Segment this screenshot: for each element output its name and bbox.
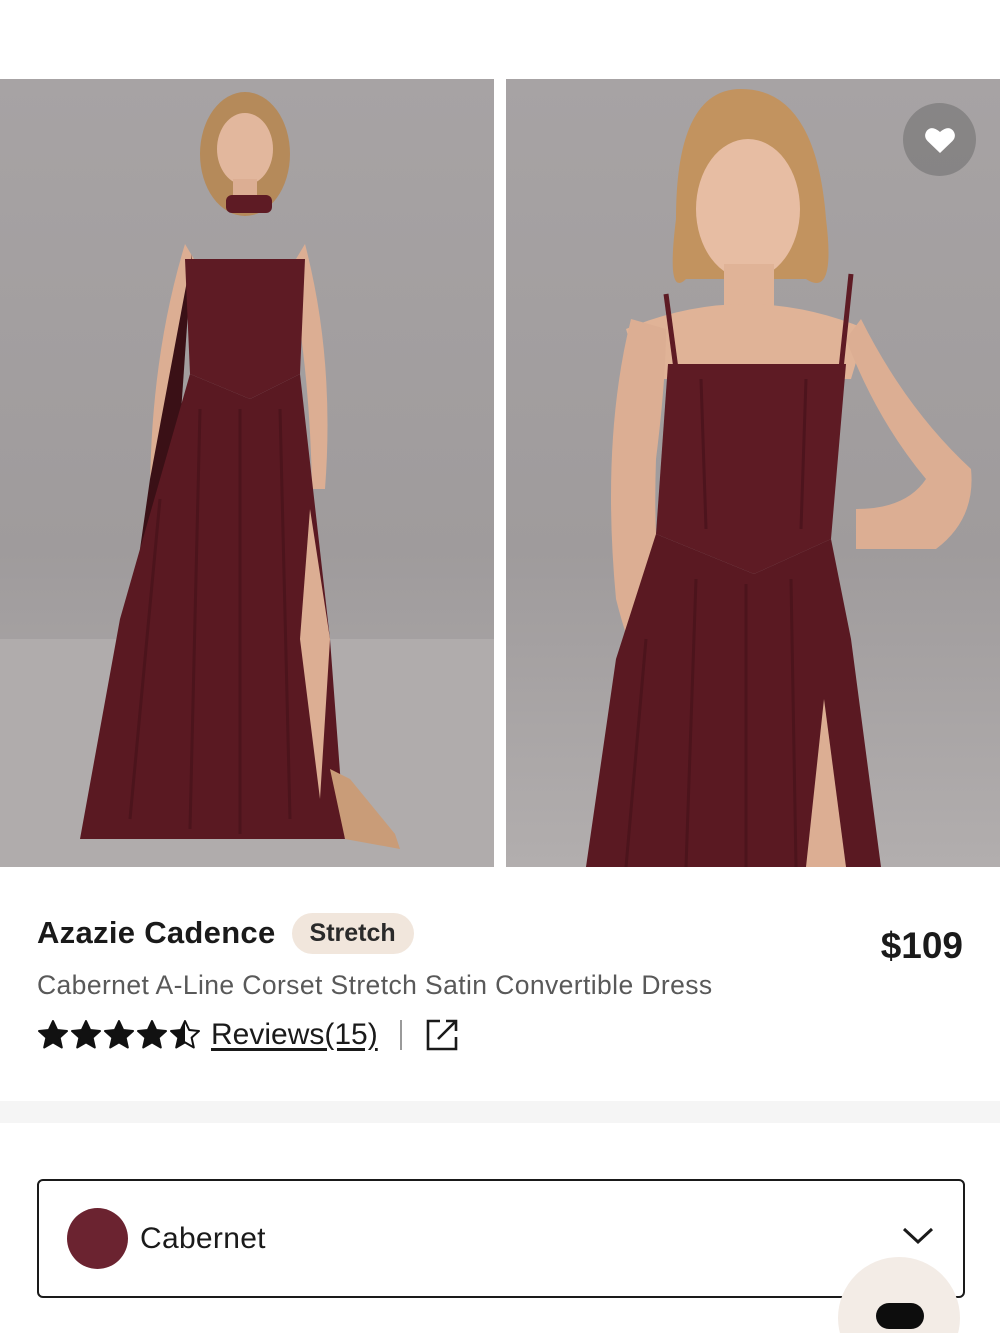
product-title-row: Azazie Cadence Stretch xyxy=(37,910,967,956)
product-gallery xyxy=(0,79,1000,867)
product-price: $109 xyxy=(880,925,963,966)
model-illustration-1 xyxy=(0,92,494,867)
star-icon xyxy=(137,1020,167,1049)
selected-color-label: Cabernet xyxy=(140,1221,266,1255)
product-info: Azazie Cadence Stretch $109 Cabernet A-L… xyxy=(37,910,967,1055)
external-link-icon[interactable] xyxy=(424,1017,460,1053)
star-icon xyxy=(104,1020,134,1049)
separator xyxy=(399,1020,402,1050)
reviews-link[interactable]: Reviews(15) xyxy=(211,1018,378,1052)
star-icon xyxy=(38,1020,68,1049)
stretch-badge: Stretch xyxy=(291,912,414,954)
model-illustration-2 xyxy=(586,89,972,867)
star-icon xyxy=(71,1020,101,1049)
product-image-close-up[interactable] xyxy=(506,79,1000,867)
star-rating xyxy=(37,1019,201,1051)
section-divider xyxy=(0,1101,1000,1123)
color-dropdown[interactable]: Cabernet xyxy=(37,1179,965,1298)
heart-icon xyxy=(924,127,955,153)
favorite-button[interactable] xyxy=(903,103,976,176)
chevron-down-icon xyxy=(902,1227,934,1245)
chat-icon xyxy=(876,1303,924,1329)
star-icon xyxy=(170,1020,200,1049)
product-description: Cabernet A-Line Corset Stretch Satin Con… xyxy=(37,970,713,1000)
product-brand: Azazie Cadence xyxy=(37,915,276,950)
product-image-full-length[interactable] xyxy=(0,79,494,867)
rating-row: Reviews(15) xyxy=(37,1015,967,1055)
color-swatch xyxy=(67,1208,128,1269)
